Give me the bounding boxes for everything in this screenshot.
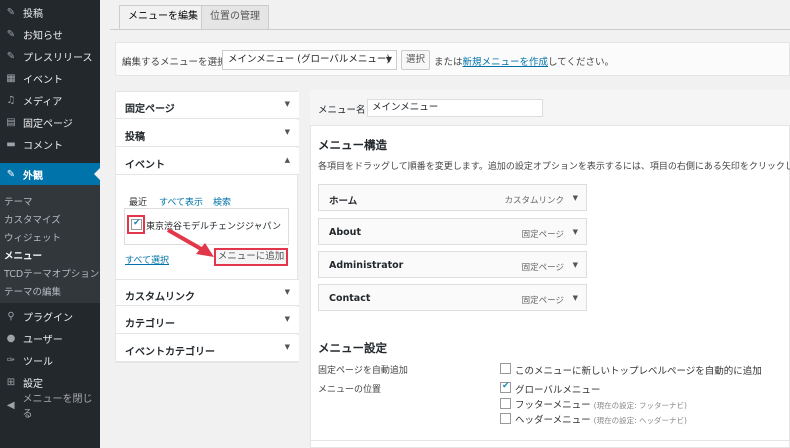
entry-type: 固定ページ <box>521 296 564 306</box>
panel-footer-divider <box>310 440 790 441</box>
menu-name-input[interactable]: メインメニュー <box>367 99 543 117</box>
auto-add-checkbox[interactable] <box>500 363 511 374</box>
menu-entry-administrator[interactable]: Administrator 固定ページ ▼ <box>318 251 587 278</box>
menu-entry-about[interactable]: About 固定ページ ▼ <box>318 218 587 245</box>
location-footer-checkbox[interactable] <box>500 398 511 409</box>
location-header-checkbox[interactable] <box>500 413 511 424</box>
entry-title: ホーム <box>329 196 358 207</box>
chevron-down-icon[interactable]: ▼ <box>573 294 578 302</box>
location-global-checkbox[interactable] <box>500 381 511 393</box>
entry-type: 固定ページ <box>521 263 564 273</box>
add-to-menu-button[interactable]: メニューに追加 <box>214 248 288 266</box>
section-title: カテゴリー <box>125 319 175 330</box>
chevron-down-icon: ▼ <box>284 288 290 296</box>
entry-title: About <box>329 227 361 238</box>
location-label: メニューの位置 <box>318 385 382 395</box>
location-name: フッターメニュー <box>515 400 591 411</box>
entry-title: Contact <box>329 293 371 304</box>
location-name: ヘッダーメニュー <box>515 415 591 426</box>
section-custom-links[interactable]: カスタムリンク ▼ <box>116 279 299 306</box>
section-categories[interactable]: カテゴリー ▼ <box>116 307 299 334</box>
entry-type: カスタムリンク <box>504 196 564 206</box>
section-title: カスタムリンク <box>125 292 195 303</box>
menu-structure-title: メニュー構造 <box>318 138 387 152</box>
location-footer: フッターメニュー (現在の設定: フッターナビ) <box>515 397 687 411</box>
chevron-down-icon: ▼ <box>284 315 290 323</box>
location-name: グローバルメニュー <box>515 385 601 396</box>
section-title: イベントカテゴリー <box>125 347 215 358</box>
location-note: (現在の設定: ヘッダーナビ) <box>593 416 687 425</box>
auto-add-label: 固定ページを自動追加 <box>318 366 408 376</box>
location-global: グローバルメニュー <box>515 382 600 396</box>
menu-entry-home[interactable]: ホーム カスタムリンク ▼ <box>318 184 587 211</box>
menu-settings-title: メニュー設定 <box>318 341 387 355</box>
menu-name-label: メニュー名 <box>318 105 366 116</box>
auto-add-option: このメニューに新しいトップレベルページを自動的に追加 <box>515 366 762 377</box>
chevron-down-icon[interactable]: ▼ <box>573 261 578 269</box>
entry-type: 固定ページ <box>521 230 564 240</box>
menu-structure-desc: 各項目をドラッグして順番を変更します。追加の設定オプションを表示するには、項目の… <box>318 162 790 172</box>
location-note: (現在の設定: フッターナビ) <box>593 401 687 410</box>
entry-title: Administrator <box>329 260 404 271</box>
chevron-down-icon[interactable]: ▼ <box>573 194 578 202</box>
chevron-down-icon[interactable]: ▼ <box>573 228 578 236</box>
chevron-down-icon: ▼ <box>284 343 290 351</box>
select-all-link[interactable]: すべて選択 <box>125 253 169 266</box>
menu-entry-contact[interactable]: Contact 固定ページ ▼ <box>318 284 587 311</box>
section-event-categories[interactable]: イベントカテゴリー ▼ <box>116 335 299 362</box>
location-header: ヘッダーメニュー (現在の設定: ヘッダーナビ) <box>515 412 687 426</box>
